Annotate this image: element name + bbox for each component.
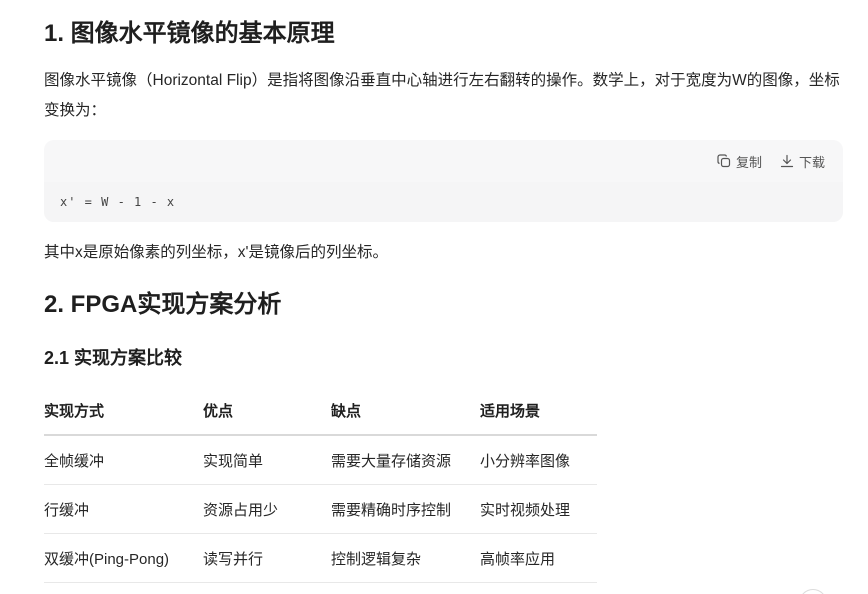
- table-row: 全帧缓冲 实现简单 需要大量存储资源 小分辨率图像: [44, 435, 597, 485]
- table-cell: 全帧缓冲: [44, 435, 203, 485]
- table-cell: 实时视频处理: [480, 484, 597, 534]
- section-2-heading: 2. FPGA实现方案分析: [44, 291, 282, 318]
- table-cell: 行缓冲: [44, 484, 203, 534]
- copy-label: 复制: [735, 154, 762, 170]
- download-label: 下载: [798, 154, 825, 170]
- copy-button[interactable]: 复制: [717, 152, 762, 171]
- table-cell: 双缓冲(Ping-Pong): [44, 533, 203, 583]
- section-1-note: 其中x是原始像素的列坐标，x'是镜像后的列坐标。: [44, 244, 388, 261]
- download-button[interactable]: 下载: [780, 152, 825, 171]
- copy-icon: [717, 154, 731, 168]
- section-1-heading: 1. 图像水平镜像的基本原理: [44, 20, 335, 47]
- code-content: x' = W - 1 - x: [44, 182, 843, 222]
- document-page: 1. 图像水平镜像的基本原理 图像水平镜像（Horizontal Flip）是指…: [0, 0, 868, 594]
- table-header-cell: 适用场景: [480, 386, 597, 436]
- table-header-cell: 实现方式: [44, 386, 203, 436]
- table-cell: 需要大量存储资源: [331, 435, 480, 485]
- table-header-cell: 缺点: [331, 386, 480, 436]
- code-block: 复制 下载 x' = W - 1 - x: [44, 140, 843, 222]
- table-header-cell: 优点: [203, 386, 331, 436]
- table-cell: 读写并行: [203, 533, 331, 583]
- table-row: 双缓冲(Ping-Pong) 读写并行 控制逻辑复杂 高帧率应用: [44, 533, 597, 583]
- table-cell: 控制逻辑复杂: [331, 533, 480, 583]
- table-cell: 实现简单: [203, 435, 331, 485]
- table-cell: 小分辨率图像: [480, 435, 597, 485]
- download-icon: [780, 154, 794, 168]
- table-row: 行缓冲 资源占用少 需要精确时序控制 实时视频处理: [44, 484, 597, 534]
- table-cell: 需要精确时序控制: [331, 484, 480, 534]
- subsection-2-1-heading: 2.1 实现方案比较: [44, 348, 183, 368]
- comparison-table: 实现方式 优点 缺点 适用场景 全帧缓冲 实现简单 需要大量存储资源 小分辨率图…: [44, 386, 597, 583]
- code-block-toolbar: 复制 下载: [44, 140, 843, 182]
- table-cell: 高帧率应用: [480, 533, 597, 583]
- table-cell: 资源占用少: [203, 484, 331, 534]
- table-header-row: 实现方式 优点 缺点 适用场景: [44, 386, 597, 436]
- section-1-paragraph: 图像水平镜像（Horizontal Flip）是指将图像沿垂直中心轴进行左右翻转…: [44, 72, 840, 119]
- scroll-to-bottom-button[interactable]: [799, 589, 827, 594]
